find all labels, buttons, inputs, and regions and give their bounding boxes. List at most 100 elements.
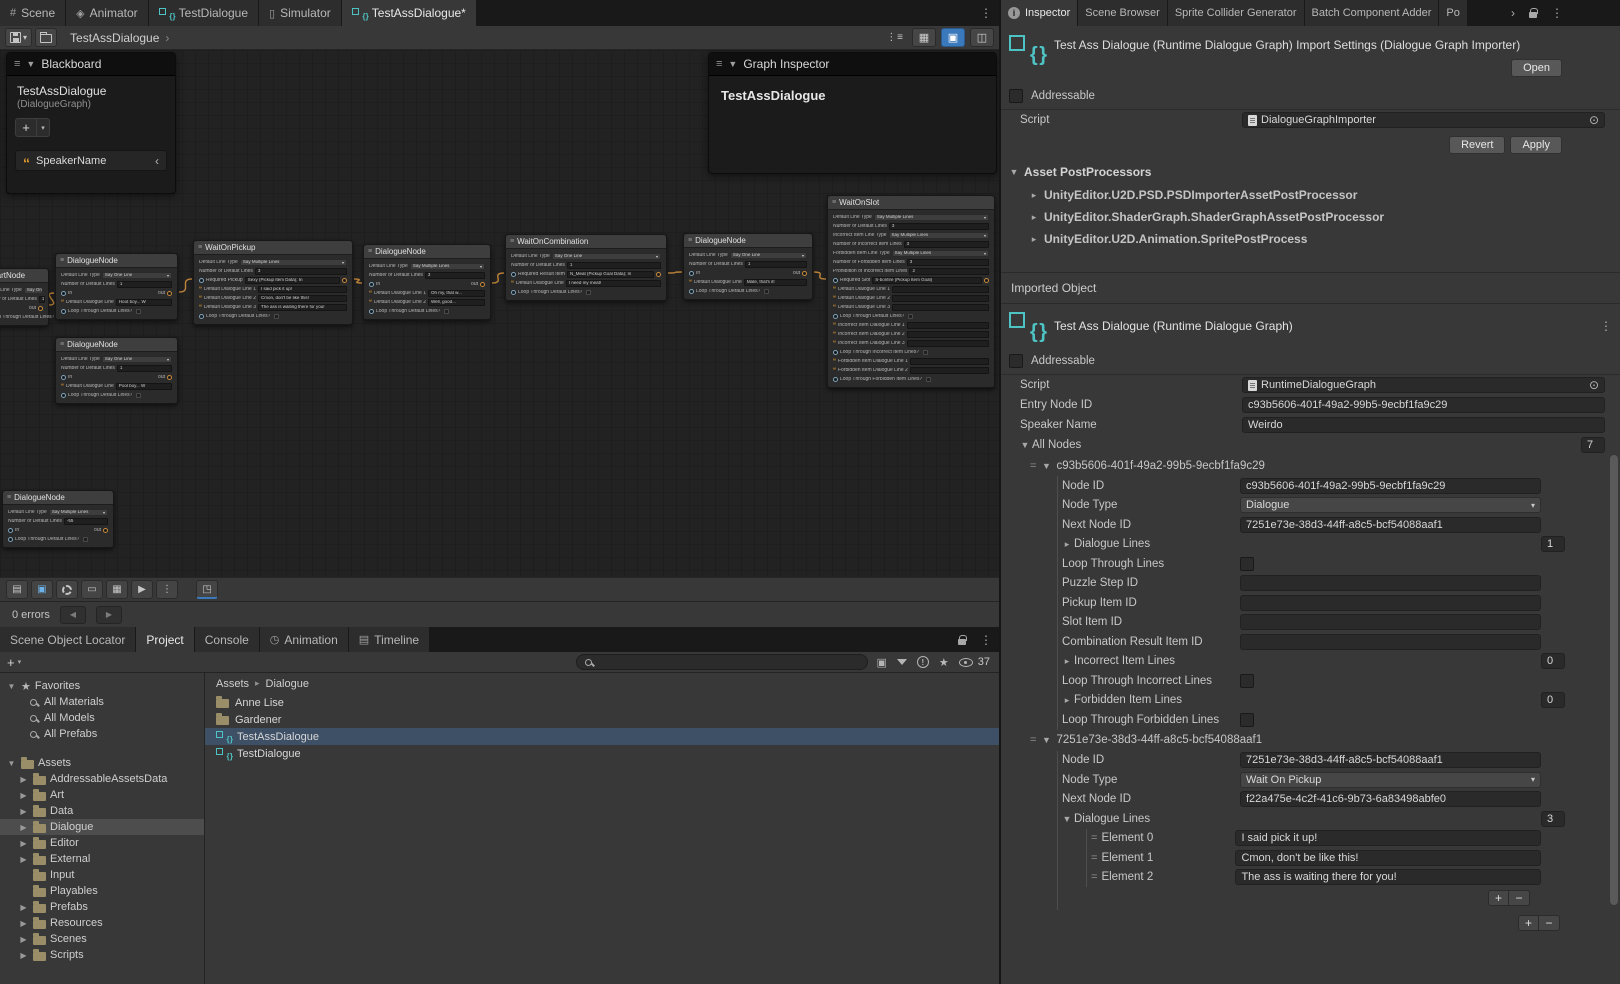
foldout-arrow-icon[interactable]: ▼ bbox=[1041, 735, 1051, 745]
node-checkbox[interactable] bbox=[444, 309, 449, 314]
foldout-arrow-icon[interactable]: ▼ bbox=[1041, 461, 1051, 471]
lock-icon[interactable] bbox=[951, 627, 973, 652]
project-search-field[interactable] bbox=[576, 654, 868, 670]
asset-testdialogue[interactable]: TestDialogue bbox=[205, 745, 999, 762]
drag-handle-icon[interactable]: = bbox=[1091, 832, 1097, 844]
blackboard-list-icon[interactable]: ▤ bbox=[6, 580, 28, 599]
breadcrumb-dialogue[interactable]: Dialogue bbox=[266, 678, 309, 690]
text-field-next-node-id[interactable]: f22a475e-4c2f-41c6-9b73-6a83498abfe0 bbox=[1240, 791, 1541, 807]
all-nodes-row[interactable]: ▼ All Nodes 7 bbox=[1001, 435, 1620, 455]
tab-scene-browser[interactable]: Scene Browser bbox=[1078, 0, 1168, 26]
script-object-field[interactable]: DialogueGraphImporter ⊙ bbox=[1242, 112, 1605, 128]
node-collapse-icon[interactable]: ≡ bbox=[510, 238, 514, 245]
element-value-field[interactable]: I said pick it up! bbox=[1235, 830, 1541, 846]
node-object-field[interactable]: S-bonfire (Pickup Item Goal) bbox=[872, 277, 982, 284]
foldout-arrow-icon[interactable]: ▶ bbox=[18, 791, 29, 800]
graph-node-waitoncombination[interactable]: ≡WaitOnCombinationDefault Line TypeSay O… bbox=[505, 234, 667, 301]
node-object-field[interactable]: Sexy (Pickup Item Data); In bbox=[245, 277, 340, 284]
node-value-field[interactable]: 1 bbox=[745, 261, 807, 268]
node-collapse-icon[interactable]: ≡ bbox=[368, 248, 372, 255]
foldout-arrow-icon[interactable]: ▶ bbox=[18, 855, 29, 864]
node-collapse-icon[interactable]: ≡ bbox=[688, 237, 692, 244]
node-line-field[interactable] bbox=[907, 331, 989, 338]
graph-node-startnode[interactable]: ≡StartNodeDefault Line TypeSay One Line▾… bbox=[0, 268, 49, 326]
node-line-field[interactable]: Well, good... bbox=[428, 299, 485, 306]
graph-node-dialoguenode[interactable]: ≡DialogueNodeDefault Line TypeSay One Li… bbox=[55, 253, 178, 320]
entry-node-id-field[interactable]: c93b5606-401f-49a2-99b5-9ecbf1fa9c29 bbox=[1242, 397, 1605, 413]
output-port-icon[interactable] bbox=[167, 291, 172, 296]
postprocessor-item[interactable]: ▸UnityEditor.U2D.PSD.PSDImporterAssetPos… bbox=[1001, 184, 1620, 206]
graph-options-icon[interactable]: ⋮ ≡ bbox=[881, 28, 907, 47]
search-by-label-icon[interactable]: ! bbox=[917, 656, 929, 668]
node-value-field[interactable]: 3 bbox=[255, 268, 347, 275]
tree-folder-scenes[interactable]: ▶Scenes bbox=[0, 931, 204, 947]
tab-simulator[interactable]: ▯Simulator bbox=[259, 0, 342, 26]
text-field-puzzle-step-id[interactable] bbox=[1240, 575, 1541, 591]
panel-menu-icon[interactable]: ≡ bbox=[14, 58, 20, 70]
array-size-field[interactable]: 0 bbox=[1541, 653, 1565, 669]
load-graph-button[interactable] bbox=[35, 28, 57, 47]
text-field-node-id[interactable]: c93b5606-401f-49a2-99b5-9ecbf1fa9c29 bbox=[1240, 478, 1541, 494]
output-port-icon[interactable] bbox=[802, 271, 807, 276]
previous-error-button[interactable]: ◀ bbox=[60, 606, 86, 624]
favorite-item-all-models[interactable]: All Models bbox=[0, 710, 204, 726]
node-element-header[interactable]: =▼c93b5606-401f-49a2-99b5-9ecbf1fa9c29 bbox=[1001, 455, 1620, 476]
node-enum-dropdown[interactable]: Say Multiple Lines▾ bbox=[49, 509, 108, 516]
node-collapse-icon[interactable]: ≡ bbox=[7, 494, 11, 501]
foldout-arrow-icon[interactable]: ▸ bbox=[1062, 656, 1072, 667]
settings-gear-icon[interactable] bbox=[56, 580, 78, 599]
node-value-field[interactable]: 3 bbox=[907, 259, 989, 266]
node-line-field[interactable] bbox=[892, 304, 989, 311]
play-icon[interactable]: ▶ bbox=[131, 580, 153, 599]
node-value-field[interactable]: -55 bbox=[64, 518, 108, 525]
text-field-pickup-item-id[interactable] bbox=[1240, 595, 1541, 611]
output-port-icon[interactable] bbox=[480, 282, 485, 287]
text-field-node-id[interactable]: 7251e73e-38d3-44ff-a8c5-bcf54088aaf1 bbox=[1240, 752, 1541, 768]
lock-icon[interactable] bbox=[1522, 0, 1544, 26]
node-line-field[interactable] bbox=[892, 295, 989, 302]
node-line-field[interactable] bbox=[892, 286, 989, 293]
object-picker-icon[interactable]: ⊙ bbox=[1589, 378, 1599, 392]
graph-inspector-header[interactable]: ≡ ▼ Graph Inspector bbox=[709, 53, 996, 76]
node-enum-dropdown[interactable]: Say One Line▾ bbox=[102, 356, 172, 363]
node-line-field[interactable]: Pool boy... W bbox=[116, 383, 172, 390]
input-port-icon[interactable] bbox=[511, 272, 516, 277]
node-value-field[interactable]: 1 bbox=[117, 365, 172, 372]
tab-scene-object-locator[interactable]: Scene Object Locator bbox=[0, 627, 136, 652]
apply-button[interactable]: Apply bbox=[1510, 136, 1562, 154]
array-size-field[interactable]: 0 bbox=[1541, 692, 1565, 708]
drag-handle-icon[interactable]: = bbox=[1091, 852, 1097, 864]
node-value-field[interactable]: 3 bbox=[889, 223, 989, 230]
hidden-count-eye-icon[interactable] bbox=[959, 658, 973, 667]
tab-timeline[interactable]: ▤Timeline bbox=[349, 627, 430, 652]
asset-gardener[interactable]: Gardener bbox=[205, 711, 999, 728]
node-value-field[interactable]: 2 bbox=[909, 268, 989, 275]
tab-scene[interactable]: #Scene bbox=[0, 0, 66, 26]
input-port-icon[interactable] bbox=[8, 528, 13, 533]
object-menu-icon[interactable]: ⋮ bbox=[1600, 319, 1612, 333]
node-collapse-icon[interactable]: ≡ bbox=[832, 199, 836, 206]
next-error-button[interactable]: ▶ bbox=[96, 606, 122, 624]
node-element-header[interactable]: =▼7251e73e-38d3-44ff-a8c5-bcf54088aaf1 bbox=[1001, 730, 1620, 751]
array-size-field[interactable]: 1 bbox=[1541, 536, 1565, 552]
tab-batch-component-adder[interactable]: Batch Component Adder bbox=[1305, 0, 1440, 26]
foldout-arrow-icon[interactable]: ▸ bbox=[1062, 539, 1072, 550]
tree-folder-data[interactable]: ▶Data bbox=[0, 803, 204, 819]
node-checkbox[interactable] bbox=[908, 314, 913, 319]
tree-folder-external[interactable]: ▶External bbox=[0, 851, 204, 867]
node-checkbox[interactable] bbox=[136, 393, 141, 398]
tree-folder-resources[interactable]: ▶Resources bbox=[0, 915, 204, 931]
tab-sprite-collider-generator[interactable]: Sprite Collider Generator bbox=[1168, 0, 1305, 26]
create-asset-button[interactable]: + ▾ bbox=[7, 655, 21, 670]
foldout-arrow-icon[interactable]: ▶ bbox=[18, 919, 29, 928]
foldout-arrow-icon[interactable]: ▸ bbox=[1029, 190, 1039, 201]
node-line-field[interactable]: Cmon, don't be like this! bbox=[258, 295, 347, 302]
node-enum-dropdown[interactable]: Say One Line▾ bbox=[552, 253, 661, 260]
output-port-icon[interactable] bbox=[103, 528, 108, 533]
save-search-icon[interactable]: ★ bbox=[939, 656, 949, 669]
foldout-arrow-icon[interactable]: ▸ bbox=[1062, 695, 1072, 706]
foldout-arrow-icon[interactable]: ▶ bbox=[18, 775, 29, 784]
checkbox-loop-through-forbidden-lines[interactable] bbox=[1240, 713, 1254, 727]
node-checkbox[interactable] bbox=[764, 289, 769, 294]
inspector-content[interactable]: Test Ass Dialogue (Runtime Dialogue Grap… bbox=[1001, 26, 1620, 984]
